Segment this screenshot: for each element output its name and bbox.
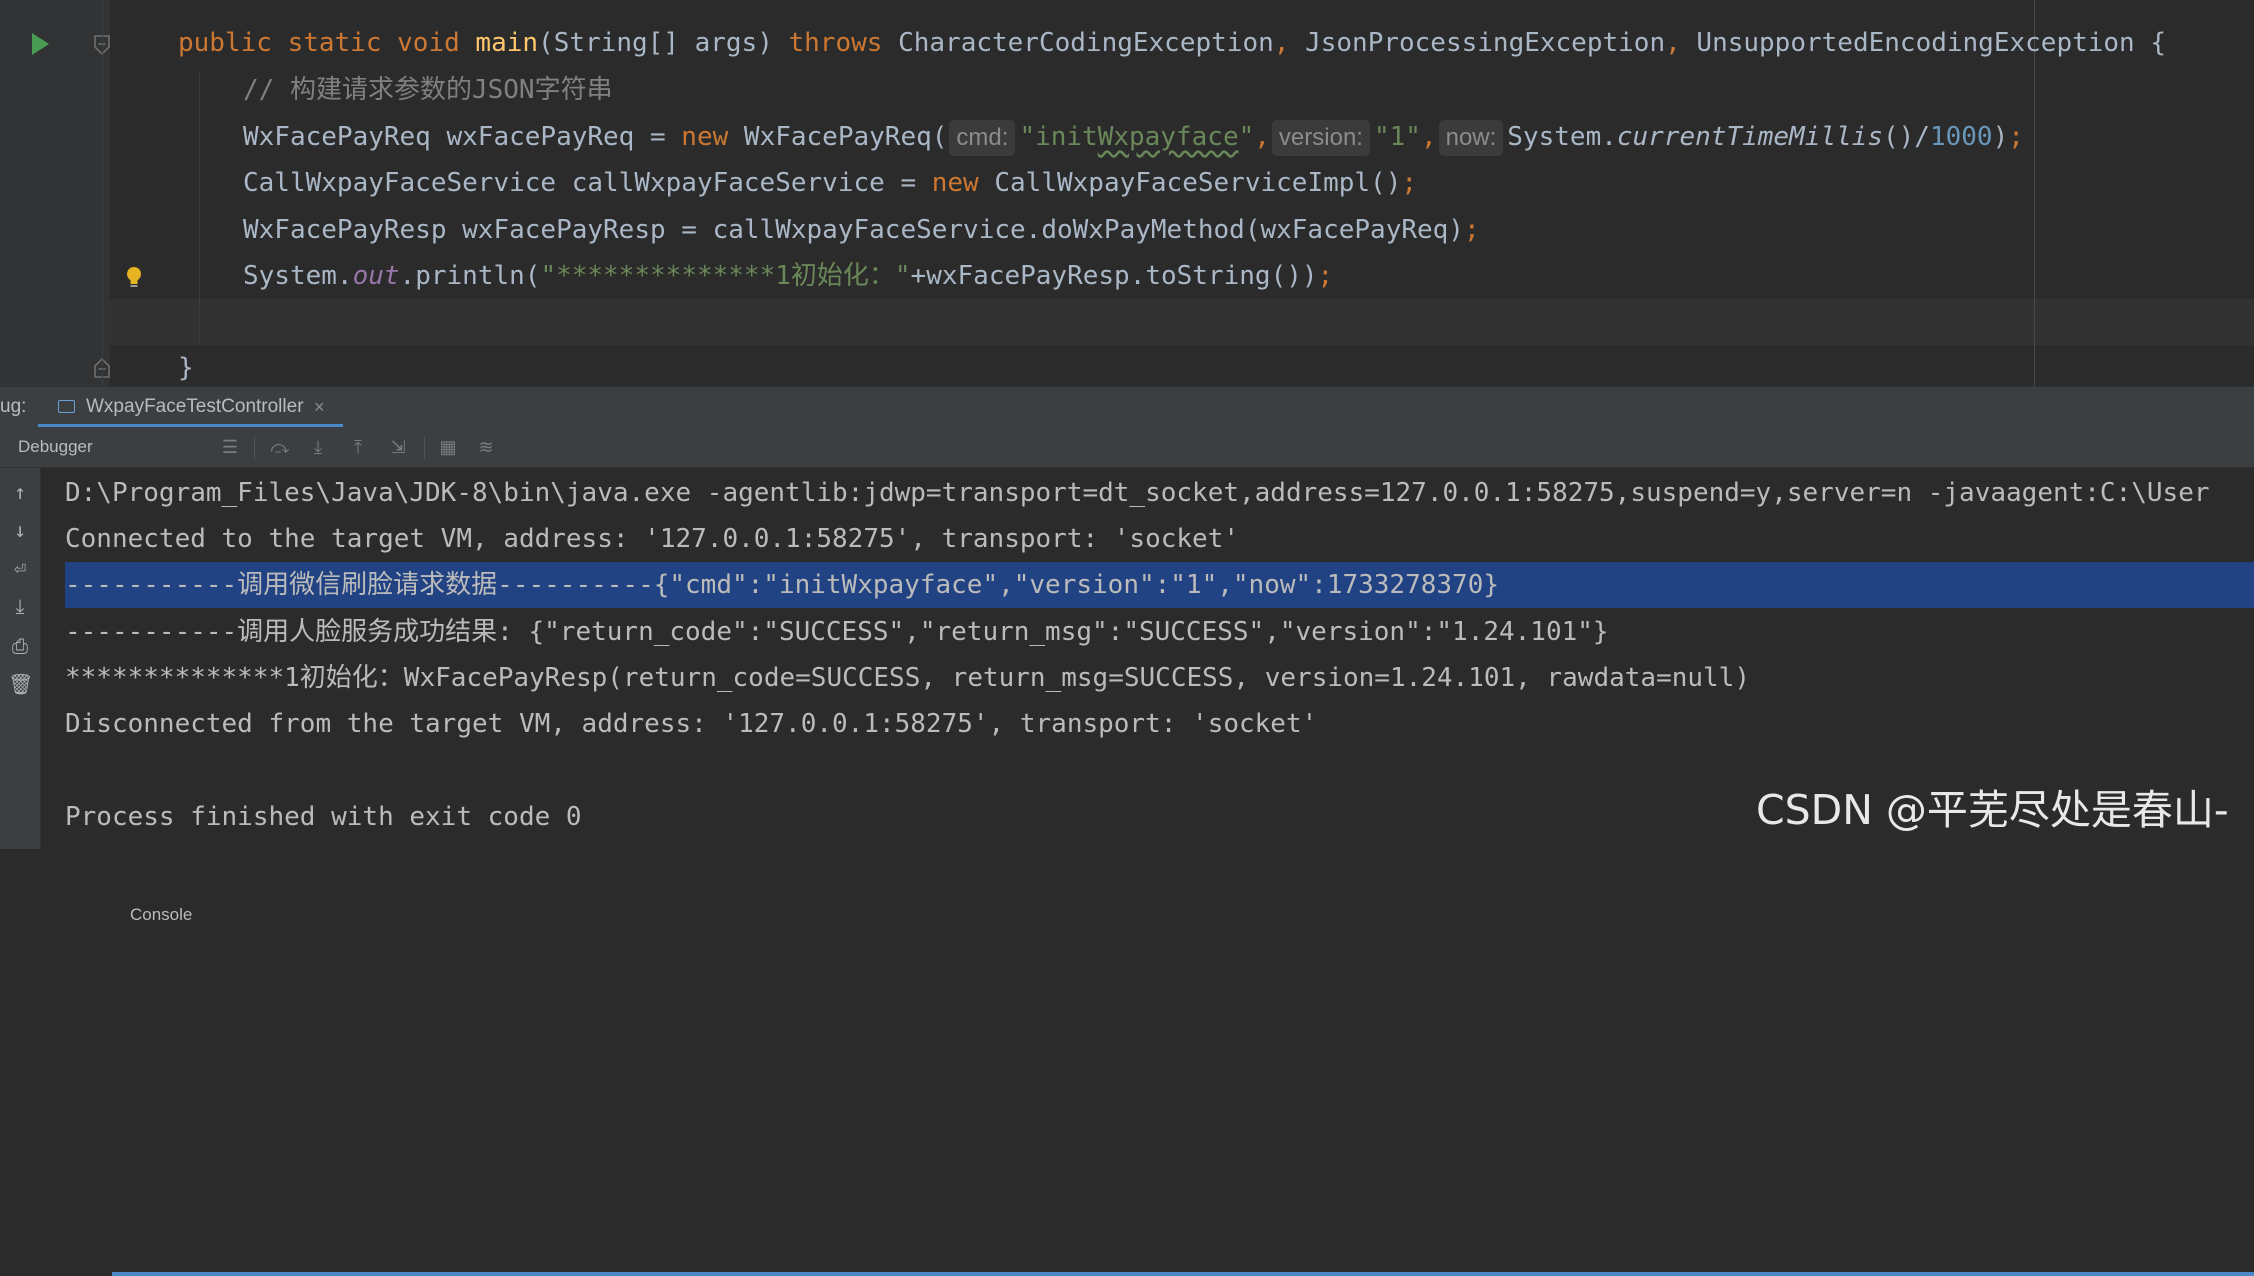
menu-icon[interactable]: ☰ xyxy=(218,435,242,459)
code-token: ) xyxy=(1992,122,2009,152)
code-token: System. xyxy=(1507,122,1617,152)
run-icon[interactable] xyxy=(32,33,49,55)
tab-debugger[interactable]: Debugger xyxy=(0,427,111,467)
code-line-request-construct[interactable]: WxFacePayReq wxFacePayReq = new WxFacePa… xyxy=(243,114,2024,160)
semicolon-token: ; xyxy=(1317,261,1334,291)
code-line-closing-brace[interactable]: } xyxy=(178,345,194,391)
console-side-toolbar: ↑ ↓ ⏎ ⤓ ⎙ 🗑 xyxy=(0,468,41,849)
string-token: "1" xyxy=(1373,122,1421,152)
string-token: " xyxy=(1238,122,1255,152)
comma-token: , xyxy=(1254,122,1270,152)
code-token: UnsupportedEncodingException { xyxy=(1680,28,2167,58)
watermark: CSDN @平芜尽处是春山- xyxy=(1756,786,2229,834)
debug-title-fragment: ug: xyxy=(0,396,27,417)
code-token: WxFacePayResp wxFacePayResp = callWxpayF… xyxy=(243,215,1464,245)
code-token: CharacterCodingException xyxy=(882,28,1274,58)
gutter-divider xyxy=(102,0,103,386)
evaluate-expression-icon[interactable]: ▦ xyxy=(436,435,460,459)
code-token: CallWxpayFaceService callWxpayFaceServic… xyxy=(243,168,932,198)
comma-token: , xyxy=(1665,28,1681,58)
keyword-token: new xyxy=(931,168,979,198)
console-line[interactable]: D:\Program_Files\Java\JDK-8\bin\java.exe… xyxy=(65,470,2210,516)
code-line-method-signature[interactable]: public static void main(String[] args) t… xyxy=(178,20,2166,66)
step-out-icon[interactable]: ⤒ xyxy=(346,435,370,459)
semicolon-token: ; xyxy=(2008,122,2024,152)
static-method-token: currentTimeMillis xyxy=(1616,122,1883,152)
code-token: .println( xyxy=(399,261,541,291)
number-token: 1000 xyxy=(1929,122,1993,152)
string-token: Wxpayface xyxy=(1097,122,1239,152)
code-token: CallWxpayFaceServiceImpl() xyxy=(978,168,1402,198)
trace-settings-icon[interactable]: ≋ xyxy=(474,435,498,459)
method-name-token: main xyxy=(475,28,539,58)
code-token: (String[] args) xyxy=(538,28,789,58)
active-tab-indicator xyxy=(112,1272,2254,1276)
console-line[interactable]: Disconnected from the target VM, address… xyxy=(65,701,1317,747)
code-line-method-call[interactable]: WxFacePayResp wxFacePayResp = callWxpayF… xyxy=(243,207,1480,253)
current-line-highlight xyxy=(110,299,2254,345)
semicolon-token: ; xyxy=(1401,168,1418,198)
parameter-hint: version: xyxy=(1271,120,1370,156)
debug-session-label: WxpayFaceTestController xyxy=(86,396,304,417)
comma-token: , xyxy=(1273,28,1290,58)
run-to-cursor-icon[interactable]: ⇲ xyxy=(386,435,410,459)
editor-gutter xyxy=(0,0,141,386)
console-line[interactable]: -----------调用人脸服务成功结果: {"return_code":"S… xyxy=(65,609,1609,655)
keyword-token: throws xyxy=(788,28,883,58)
string-token: "**************1初始化：" xyxy=(540,261,911,291)
tab-console[interactable]: Console xyxy=(112,895,2254,1276)
step-into-icon[interactable]: ⤓ xyxy=(306,435,330,459)
code-line-comment[interactable]: // 构建请求参数的JSON字符串 xyxy=(243,67,613,113)
code-token: JsonProcessingException xyxy=(1289,28,1666,58)
console-line[interactable]: Process finished with exit code 0 xyxy=(65,794,582,840)
string-token: "init xyxy=(1019,122,1098,152)
scroll-to-end-icon[interactable]: ⤓ xyxy=(8,594,32,618)
close-icon[interactable]: × xyxy=(314,387,325,427)
indent-guide xyxy=(199,72,200,344)
code-line-service-construct[interactable]: CallWxpayFaceService callWxpayFaceServic… xyxy=(243,160,1417,206)
comma-token: , xyxy=(1420,122,1437,152)
step-over-icon[interactable]: ⤼ xyxy=(268,435,292,459)
toolbar-separator xyxy=(254,437,255,459)
code-token: +wxFacePayResp.toString()) xyxy=(910,261,1318,291)
print-icon[interactable]: ⎙ xyxy=(8,634,32,658)
tab-console-label: Console xyxy=(130,905,193,924)
scroll-down-icon[interactable]: ↓ xyxy=(8,518,32,542)
code-token: } xyxy=(178,353,194,383)
debug-sub-toolbar: Debugger Console ☰ ⤼ ⤓ ⤒ ⇲ ▦ ≋ xyxy=(0,427,2254,1276)
debug-session-tab[interactable]: WxpayFaceTestController × xyxy=(38,387,343,428)
run-config-icon xyxy=(58,400,75,413)
comment-token: // 构建请求参数的JSON字符串 xyxy=(243,75,613,105)
code-token: WxFacePayReq wxFacePayReq = xyxy=(243,122,682,152)
soft-wrap-icon[interactable]: ⏎ xyxy=(8,556,32,580)
parameter-hint: now: xyxy=(1438,120,1504,156)
code-token: System. xyxy=(243,261,353,291)
code-token: WxFacePayReq( xyxy=(728,122,948,152)
semicolon-token: ; xyxy=(1463,215,1480,245)
scroll-up-icon[interactable]: ↑ xyxy=(8,480,32,504)
debug-tool-window-header: ug: WxpayFaceTestController × xyxy=(0,386,2254,428)
parameter-hint: cmd: xyxy=(949,120,1016,156)
code-line-println[interactable]: System.out.println("**************1初始化："… xyxy=(243,253,1333,299)
console-line-selected[interactable]: -----------调用微信刷脸请求数据----------{"cmd":"i… xyxy=(65,562,1499,608)
keyword-token: new xyxy=(681,122,729,152)
code-token: ()/ xyxy=(1882,122,1930,152)
console-line[interactable]: **************1初始化：WxFacePayResp(return_… xyxy=(65,655,1750,701)
code-editor[interactable]: public static void main(String[] args) t… xyxy=(0,0,2254,386)
static-field-token: out xyxy=(352,261,400,291)
trash-icon[interactable]: 🗑 xyxy=(8,672,33,696)
console-line[interactable]: Connected to the target VM, address: '12… xyxy=(65,516,1239,562)
toolbar-separator xyxy=(424,437,425,459)
keyword-token: public static void xyxy=(178,28,476,58)
lightbulb-icon[interactable] xyxy=(125,266,143,290)
